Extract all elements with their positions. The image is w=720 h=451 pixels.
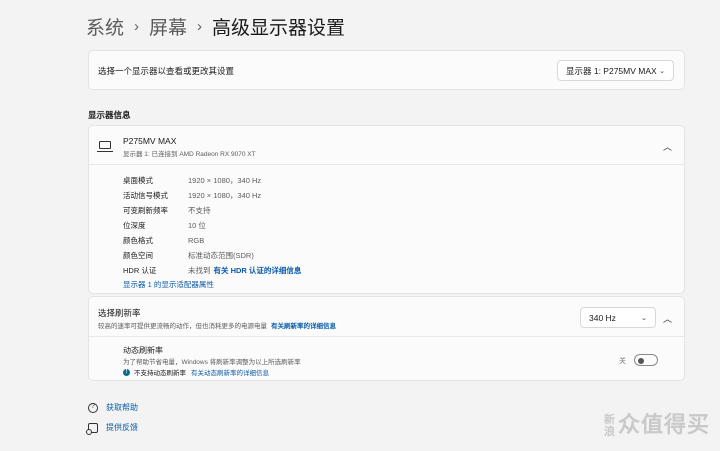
info-value: 未找到 [188,266,211,275]
watermark-main: 众 [617,412,641,437]
refresh-rate-link[interactable]: 有关刷新率的详细信息 [271,323,336,330]
breadcrumb: 系统 › 屏幕 › 高级显示器设置 [86,13,345,40]
display-name: P275MV MAX [123,136,177,146]
info-key: 位深度 [123,221,146,230]
dynamic-refresh-warning: ! 不支持动态刷新率 有关动态刷新率的详细信息 [123,367,269,377]
info-key: 桌面模式 [123,176,153,185]
info-key: HDR 认证 [123,266,157,275]
dynamic-refresh-title: 动态刷新率 [123,346,163,355]
info-value: 1920 × 1080，340 Hz [188,176,262,185]
info-key: 活动信号模式 [123,191,168,200]
hdr-cert-link[interactable]: 有关 HDR 认证的详细信息 [214,265,302,276]
display-info-header[interactable]: P275MV MAX 显示器 1: 已连接到 AMD Radeon RX 907… [89,126,684,165]
info-key: 颜色空间 [123,251,153,260]
page-title: 高级显示器设置 [212,18,346,39]
breadcrumb-system[interactable]: 系统 [86,13,124,40]
display-select-dropdown[interactable]: 显示器 1: P275MV MAX ⌄ [557,60,674,81]
info-value: 1920 × 1080，340 Hz [188,191,262,200]
info-value: 10 位 [188,221,206,230]
info-row: 颜色空间 标准动态范围(SDR) [123,248,301,263]
display-info-card: P275MV MAX 显示器 1: 已连接到 AMD Radeon RX 907… [88,125,685,294]
info-row: 位深度 10 位 [123,218,301,233]
watermark-small: 新浪 [603,414,616,439]
display-select-label: 选择一个显示器以查看或更改其设置 [98,66,235,76]
refresh-rate-dropdown[interactable]: 340 Hz ⌄ [580,307,656,328]
chevron-down-icon: ⌄ [659,67,665,75]
refresh-rate-desc: 较高的速率可提供更流畅的动作，但也消耗更多的电源电量 有关刷新率的详细信息 [98,320,336,330]
breadcrumb-display[interactable]: 屏幕 [149,13,187,40]
display-info-rows: 桌面模式 1920 × 1080，340 Hz 活动信号模式 1920 × 1080… [123,173,301,278]
breadcrumb-separator: › [134,18,140,35]
get-help-label: 获取帮助 [106,403,138,412]
refresh-desc-text: 较高的速率可提供更流畅的动作，但也消耗更多的电源电量 [98,323,267,330]
info-row: HDR 认证 未找到 有关 HDR 认证的详细信息 [123,263,301,278]
dynamic-refresh-warning-text: 不支持动态刷新率 [134,370,186,377]
display-subtitle: 显示器 1: 已连接到 AMD Radeon RX 9070 XT [123,151,256,158]
info-icon: ! [123,368,130,376]
refresh-rate-title: 选择刷新率 [98,308,141,318]
section-title: 显示器信息 [88,110,131,120]
help-icon [88,402,98,413]
chevron-down-icon: ⌄ [641,314,647,322]
chevron-up-icon[interactable]: ︿ [663,312,672,325]
info-value: RGB [188,236,205,245]
info-key: 可变刷新频率 [123,206,168,215]
adapter-properties-link[interactable]: 显示器 1 的显示适配器属性 [123,279,214,290]
info-row: 可变刷新频率 不支持 [123,203,301,218]
refresh-rate-card: 选择刷新率 较高的速率可提供更流畅的动作，但也消耗更多的电源电量 有关刷新率的详细… [88,296,685,381]
feedback-link[interactable]: 提供反馈 [86,422,138,435]
get-help-link[interactable]: 获取帮助 [88,402,138,413]
info-value: 不支持 [188,206,211,215]
watermark-logo: 新浪众值得买 [604,407,710,439]
dynamic-refresh-link[interactable]: 有关动态刷新率的详细信息 [191,367,269,377]
info-row: 颜色格式 RGB [123,233,301,248]
monitor-icon [97,141,113,152]
toggle-label: 关 [619,358,626,365]
display-select-card: 选择一个显示器以查看或更改其设置 显示器 1: P275MV MAX ⌄ [88,50,685,90]
refresh-rate-value: 340 Hz [589,312,616,323]
refresh-rate-header: 选择刷新率 较高的速率可提供更流畅的动作，但也消耗更多的电源电量 有关刷新率的详细… [89,297,684,337]
feedback-icon [86,422,98,435]
display-select-value: 显示器 1: P275MV MAX [566,65,657,76]
watermark-tail: 值得买 [640,412,710,437]
info-row: 活动信号模式 1920 × 1080，340 Hz [123,188,301,203]
breadcrumb-separator: › [197,18,203,35]
info-row: 桌面模式 1920 × 1080，340 Hz [123,173,301,188]
info-key: 颜色格式 [123,236,153,245]
dynamic-refresh-desc: 为了帮助节省电量，Windows 将刷新率调整为以上所选刷新率 [123,359,301,366]
dynamic-refresh-toggle[interactable] [634,354,658,366]
info-value: 标准动态范围(SDR) [188,251,254,260]
feedback-label: 提供反馈 [106,423,138,432]
chevron-up-icon[interactable]: ︿ [663,140,672,153]
